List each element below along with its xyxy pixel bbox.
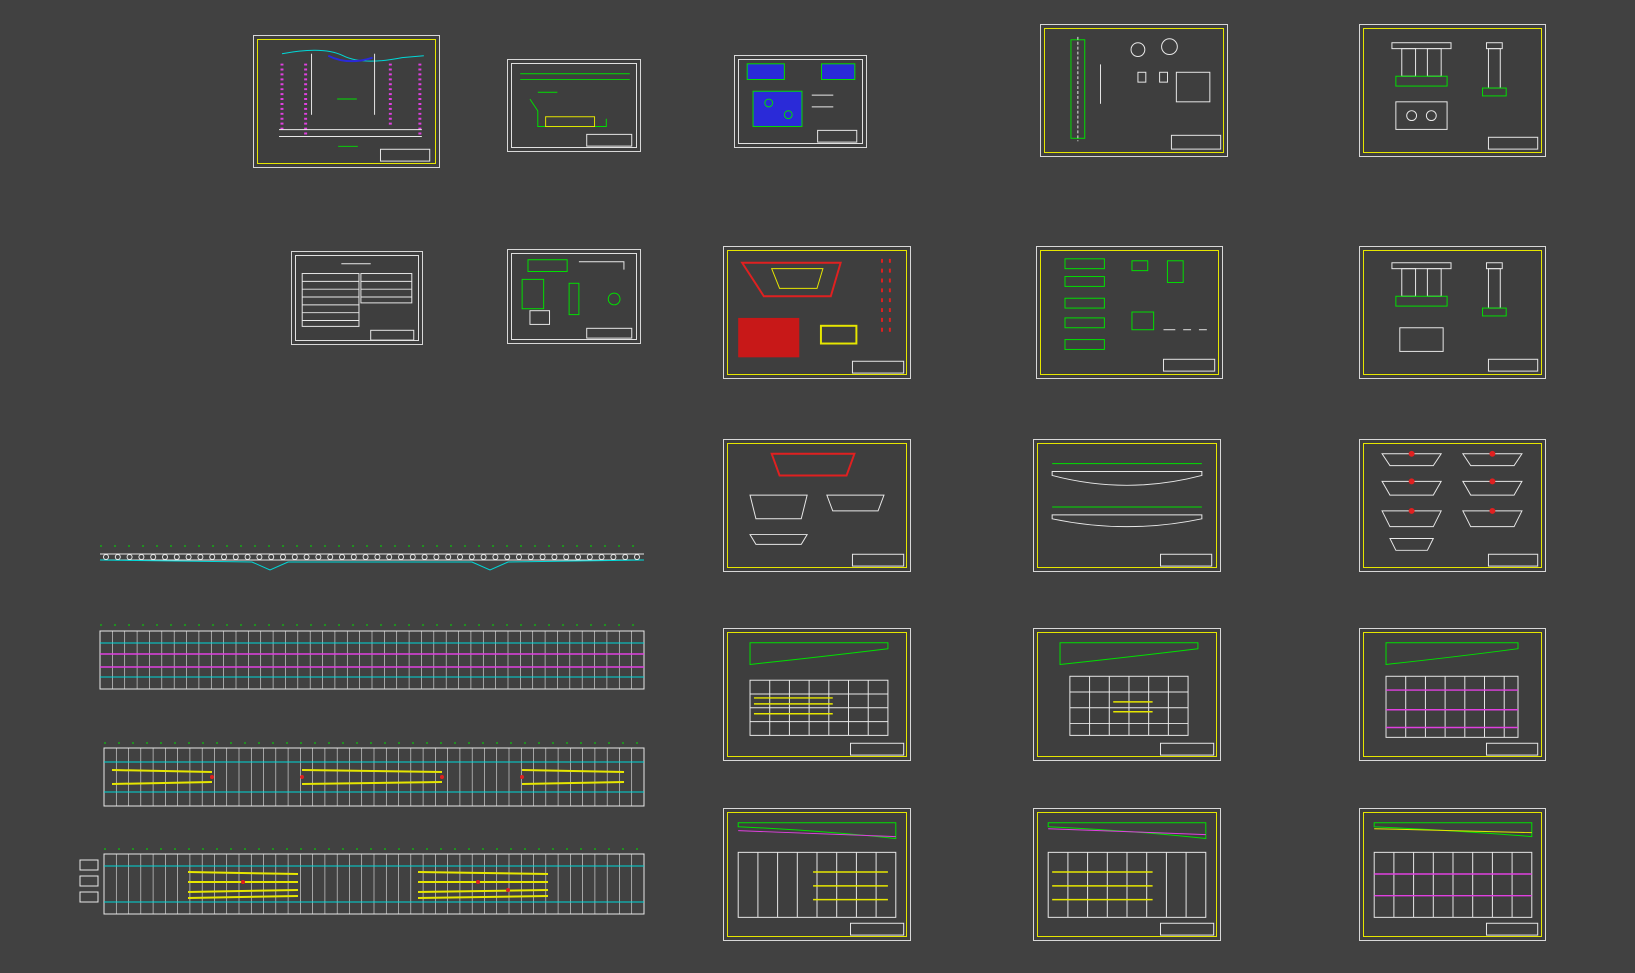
plan-drawing [79, 848, 645, 915]
sheet-tendon-layout-3[interactable] [1359, 808, 1546, 941]
sheet-girder-elevation[interactable] [1033, 439, 1221, 572]
typical-sections-drawing [1381, 450, 1539, 567]
strip-longitudinal-profile[interactable] [92, 538, 648, 574]
profile-drawing [99, 545, 645, 571]
box-rebar-drawing [738, 258, 905, 374]
sheet-prestress-layout-3[interactable] [1359, 628, 1546, 761]
pier-frame-drawing [1391, 42, 1539, 150]
prestress-drawing [749, 642, 905, 756]
sheet-typical-sections[interactable] [1359, 439, 1546, 572]
strip-plan-2[interactable] [92, 740, 648, 808]
segment-details-drawing [1064, 258, 1216, 372]
sheet-box-girder-sections[interactable] [723, 439, 911, 572]
sheet-quantity-table[interactable] [291, 251, 423, 345]
tendon-drawing [1373, 822, 1539, 936]
pier-rebar-drawing [1070, 36, 1222, 150]
sheet-abutment-detail[interactable] [507, 249, 641, 344]
quantity-table-drawing [301, 263, 415, 341]
girder-elevation-drawing [1051, 463, 1213, 567]
sheet-tendon-layout-2[interactable] [1033, 808, 1221, 941]
pier-frame-drawing [1391, 262, 1539, 372]
box-girder-drawing [749, 452, 905, 567]
layout-drawing [520, 73, 633, 147]
sheet-segment-details[interactable] [1036, 246, 1223, 379]
sheet-prestress-layout-2[interactable] [1033, 628, 1221, 761]
tendon-drawing [737, 822, 905, 936]
strip-plan-3[interactable] [78, 846, 648, 916]
sheet-box-section-rebar[interactable] [723, 246, 911, 379]
abutment-drawing [521, 259, 633, 339]
sheet-prestress-layout-1[interactable] [723, 628, 911, 761]
plan-drawing [99, 624, 645, 690]
sheet-pier-a[interactable] [1359, 24, 1546, 157]
plan-drawing [103, 742, 645, 807]
sheet-tendon-layout-1[interactable] [723, 808, 911, 941]
bearing-drawing [746, 63, 858, 143]
sheet-bearing-plan[interactable] [734, 55, 867, 148]
sheet-general-elevation[interactable] [253, 35, 440, 168]
prestress-drawing [1059, 642, 1215, 756]
tendon-drawing [1047, 822, 1215, 936]
sheet-pier-b[interactable] [1359, 246, 1546, 379]
elevation-drawing [279, 49, 431, 162]
strip-plan-1[interactable] [92, 621, 648, 691]
sheet-pier-rebar[interactable] [1040, 24, 1228, 157]
sheet-bridge-layout[interactable] [507, 59, 641, 152]
prestress-drawing [1385, 642, 1539, 756]
